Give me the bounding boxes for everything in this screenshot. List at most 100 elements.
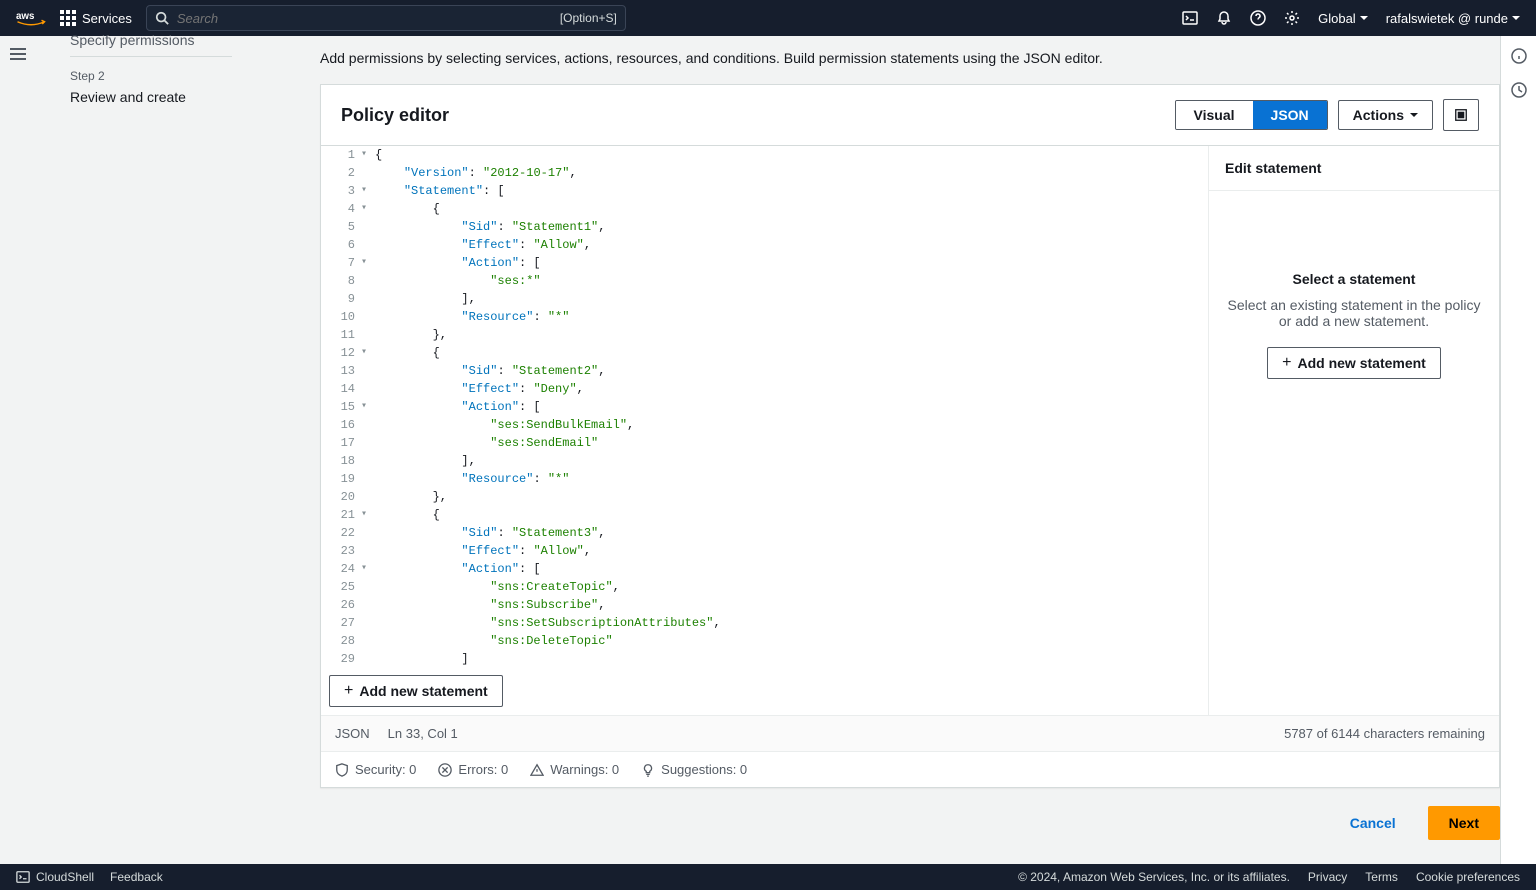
code-content[interactable]: "Sid": "Statement2", [373, 362, 1208, 380]
code-content[interactable]: "Sid": "Statement3", [373, 524, 1208, 542]
code-content[interactable]: "ses:SendEmail" [373, 434, 1208, 452]
diag-warnings[interactable]: Warnings: 0 [530, 762, 619, 777]
code-line[interactable]: 11 }, [321, 326, 1208, 344]
code-content[interactable]: }, [373, 326, 1208, 344]
code-line[interactable]: 29 ] [321, 650, 1208, 668]
code-line[interactable]: 3▾ "Statement": [ [321, 182, 1208, 200]
code-line[interactable]: 18 ], [321, 452, 1208, 470]
code-content[interactable]: { [373, 344, 1208, 362]
code-content[interactable]: "Effect": "Deny", [373, 380, 1208, 398]
line-number: 15 [321, 398, 361, 416]
code-content[interactable]: ], [373, 290, 1208, 308]
notifications-icon[interactable] [1216, 10, 1232, 26]
code-content[interactable]: { [373, 200, 1208, 218]
code-line[interactable]: 28 "sns:DeleteTopic" [321, 632, 1208, 650]
fold-toggle[interactable]: ▾ [361, 344, 373, 362]
code-line[interactable]: 6 "Effect": "Allow", [321, 236, 1208, 254]
code-line[interactable]: 20 }, [321, 488, 1208, 506]
fold-toggle[interactable]: ▾ [361, 560, 373, 578]
code-content[interactable]: "sns:DeleteTopic" [373, 632, 1208, 650]
code-line[interactable]: 14 "Effect": "Deny", [321, 380, 1208, 398]
code-content[interactable]: "Resource": "*" [373, 470, 1208, 488]
code-line[interactable]: 27 "sns:SetSubscriptionAttributes", [321, 614, 1208, 632]
search-input[interactable] [177, 11, 552, 26]
code-line[interactable]: 17 "ses:SendEmail" [321, 434, 1208, 452]
code-line[interactable]: 24▾ "Action": [ [321, 560, 1208, 578]
code-line[interactable]: 1▾{ [321, 146, 1208, 164]
code-line[interactable]: 13 "Sid": "Statement2", [321, 362, 1208, 380]
cloudshell-icon[interactable] [1182, 10, 1198, 26]
code-line[interactable]: 7▾ "Action": [ [321, 254, 1208, 272]
code-content[interactable]: "Action": [ [373, 398, 1208, 416]
step2-title[interactable]: Review and create [70, 85, 232, 109]
aws-logo[interactable]: aws [16, 9, 46, 27]
next-button[interactable]: Next [1428, 806, 1500, 840]
fullscreen-button[interactable] [1443, 99, 1479, 131]
code-content[interactable]: "sns:SetSubscriptionAttributes", [373, 614, 1208, 632]
fold-toggle [361, 362, 373, 380]
code-content[interactable]: "Action": [ [373, 254, 1208, 272]
code-content[interactable]: "Action": [ [373, 560, 1208, 578]
code-content[interactable]: { [373, 146, 1208, 164]
json-mode-button[interactable]: JSON [1253, 101, 1327, 129]
code-line[interactable]: 21▾ { [321, 506, 1208, 524]
code-content[interactable]: { [373, 506, 1208, 524]
region-selector[interactable]: Global [1318, 11, 1368, 26]
fold-toggle[interactable]: ▾ [361, 398, 373, 416]
code-content[interactable]: "ses:*" [373, 272, 1208, 290]
terms-link[interactable]: Terms [1365, 870, 1398, 884]
fold-toggle[interactable]: ▾ [361, 182, 373, 200]
code-line[interactable]: 5 "Sid": "Statement1", [321, 218, 1208, 236]
cookies-link[interactable]: Cookie preferences [1416, 870, 1520, 884]
actions-dropdown[interactable]: Actions [1338, 100, 1433, 130]
actions-label: Actions [1353, 107, 1404, 123]
cancel-button[interactable]: Cancel [1330, 806, 1416, 840]
code-editor[interactable]: 1▾{2 "Version": "2012-10-17",3▾ "Stateme… [321, 146, 1209, 715]
code-content[interactable]: "sns:CreateTopic", [373, 578, 1208, 596]
code-content[interactable]: "Sid": "Statement1", [373, 218, 1208, 236]
fold-toggle[interactable]: ▾ [361, 254, 373, 272]
code-line[interactable]: 8 "ses:*" [321, 272, 1208, 290]
code-line[interactable]: 2 "Version": "2012-10-17", [321, 164, 1208, 182]
fold-toggle[interactable]: ▾ [361, 506, 373, 524]
visual-mode-button[interactable]: Visual [1176, 101, 1253, 129]
code-line[interactable]: 15▾ "Action": [ [321, 398, 1208, 416]
code-content[interactable]: ] [373, 650, 1208, 668]
account-selector[interactable]: rafalswietek @ runde [1386, 11, 1520, 26]
help-icon[interactable] [1250, 10, 1266, 26]
code-content[interactable]: "ses:SendBulkEmail", [373, 416, 1208, 434]
feedback-link[interactable]: Feedback [110, 870, 163, 884]
code-line[interactable]: 26 "sns:Subscribe", [321, 596, 1208, 614]
code-line[interactable]: 9 ], [321, 290, 1208, 308]
code-line[interactable]: 12▾ { [321, 344, 1208, 362]
add-statement-button-panel[interactable]: Add new statement [1267, 347, 1441, 379]
cloudshell-trigger[interactable]: CloudShell [16, 870, 94, 884]
code-content[interactable]: "Effect": "Allow", [373, 542, 1208, 560]
line-number: 8 [321, 272, 361, 290]
diag-security[interactable]: Security: 0 [335, 762, 416, 777]
code-content[interactable]: "Effect": "Allow", [373, 236, 1208, 254]
code-line[interactable]: 16 "ses:SendBulkEmail", [321, 416, 1208, 434]
code-content[interactable]: ], [373, 452, 1208, 470]
code-content[interactable]: "Statement": [ [373, 182, 1208, 200]
code-line[interactable]: 25 "sns:CreateTopic", [321, 578, 1208, 596]
settings-icon[interactable] [1284, 10, 1300, 26]
fold-toggle[interactable]: ▾ [361, 200, 373, 218]
line-number: 22 [321, 524, 361, 542]
code-content[interactable]: }, [373, 488, 1208, 506]
privacy-link[interactable]: Privacy [1308, 870, 1347, 884]
diag-suggestions[interactable]: Suggestions: 0 [641, 762, 747, 777]
code-line[interactable]: 4▾ { [321, 200, 1208, 218]
diag-errors[interactable]: Errors: 0 [438, 762, 508, 777]
code-line[interactable]: 22 "Sid": "Statement3", [321, 524, 1208, 542]
code-content[interactable]: "sns:Subscribe", [373, 596, 1208, 614]
code-line[interactable]: 19 "Resource": "*" [321, 470, 1208, 488]
code-line[interactable]: 23 "Effect": "Allow", [321, 542, 1208, 560]
code-content[interactable]: "Version": "2012-10-17", [373, 164, 1208, 182]
search-box[interactable]: [Option+S] [146, 5, 626, 31]
code-content[interactable]: "Resource": "*" [373, 308, 1208, 326]
add-statement-button-editor[interactable]: Add new statement [329, 675, 503, 707]
fold-toggle[interactable]: ▾ [361, 146, 373, 164]
services-menu[interactable]: Services [60, 10, 132, 26]
code-line[interactable]: 10 "Resource": "*" [321, 308, 1208, 326]
